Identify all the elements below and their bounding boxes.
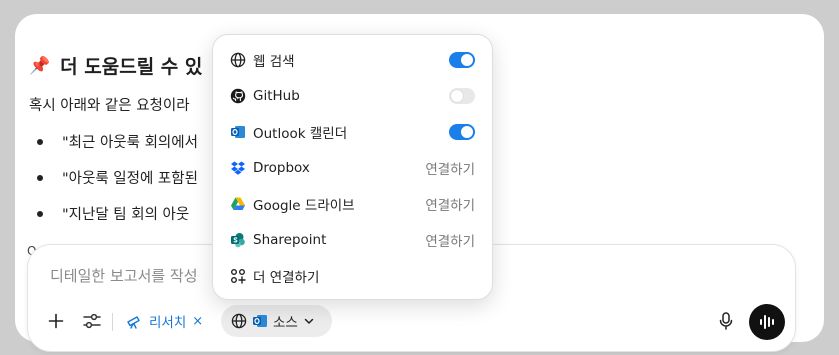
list-item: "최근 아웃룩 회의에서 [37, 131, 198, 152]
bullet-dot [37, 210, 43, 217]
globe-icon [230, 52, 246, 68]
chevron-down-icon [304, 318, 314, 324]
menu-item-google-drive[interactable]: Google 드라이브 연결하기 [213, 186, 492, 222]
heading-text: 더 도움드릴 수 있 [60, 56, 203, 78]
list-item-text: "지난달 팀 회의 아웃 [62, 207, 190, 223]
github-toggle[interactable] [449, 88, 475, 104]
connect-link[interactable]: 연결하기 [425, 230, 475, 250]
bullet-dot [37, 138, 43, 145]
menu-item-label: 더 연결하기 [253, 270, 320, 286]
dropbox-icon [230, 160, 246, 176]
bullet-dot [37, 174, 43, 181]
research-chip[interactable]: 리서치 × [126, 309, 203, 333]
apps-icon [230, 268, 246, 284]
plus-icon [48, 313, 64, 329]
connect-link[interactable]: 연결하기 [425, 158, 475, 178]
menu-item-more-connections[interactable]: 더 연결하기 [213, 258, 492, 294]
sharepoint-icon [230, 232, 246, 248]
web-search-toggle[interactable] [449, 52, 475, 68]
sources-menu: 웹 검색 GitHub Outlook 캘린더 Dropbox 연결하기 Goo… [212, 34, 493, 300]
waveform-icon [760, 315, 774, 329]
microphone-icon [719, 312, 733, 330]
menu-item-sharepoint[interactable]: Sharepoint 연결하기 [213, 222, 492, 258]
add-button[interactable] [46, 311, 66, 331]
list-item-text: "아웃룩 일정에 포함된 [62, 171, 198, 187]
tools-button[interactable] [82, 311, 102, 331]
sources-button[interactable]: 소스 [221, 305, 332, 337]
menu-item-outlook-calendar[interactable]: Outlook 캘린더 [213, 114, 492, 150]
menu-item-dropbox[interactable]: Dropbox 연결하기 [213, 150, 492, 186]
microphone-button[interactable] [716, 311, 736, 331]
sliders-icon [83, 313, 101, 329]
list-item: "아웃룩 일정에 포함된 [37, 167, 198, 188]
google-drive-icon [230, 196, 246, 212]
globe-icon [231, 313, 247, 329]
outlook-icon [230, 124, 246, 140]
menu-item-label: 웹 검색 [253, 54, 295, 70]
github-icon [230, 88, 246, 104]
toolbar-divider [112, 313, 113, 331]
outlook-toggle[interactable] [449, 124, 475, 140]
section-heading: 📌 더 도움드릴 수 있 [29, 52, 202, 79]
telescope-icon [127, 316, 140, 329]
sources-label: 소스 [273, 315, 298, 331]
pin-icon: 📌 [29, 55, 51, 76]
menu-item-label: Sharepoint [253, 232, 327, 248]
research-label: 리서치 [149, 315, 187, 331]
message-input[interactable]: 디테일한 보고서를 작성 [50, 265, 198, 286]
voice-mode-button[interactable] [749, 304, 785, 340]
research-close-icon[interactable]: × [192, 314, 203, 329]
menu-item-label: Dropbox [253, 160, 310, 176]
menu-item-label: Google 드라이브 [253, 198, 355, 214]
outlook-icon [253, 315, 267, 327]
list-item-text: "최근 아웃룩 회의에서 [62, 135, 198, 151]
menu-item-web-search[interactable]: 웹 검색 [213, 42, 492, 78]
connect-link[interactable]: 연결하기 [425, 194, 475, 214]
intro-text: 혹시 아래와 같은 요청이라 [29, 98, 190, 114]
menu-item-label: GitHub [253, 88, 300, 104]
list-item: "지난달 팀 회의 아웃 [37, 203, 189, 224]
menu-item-label: Outlook 캘린더 [253, 126, 348, 142]
menu-item-github[interactable]: GitHub [213, 78, 492, 114]
